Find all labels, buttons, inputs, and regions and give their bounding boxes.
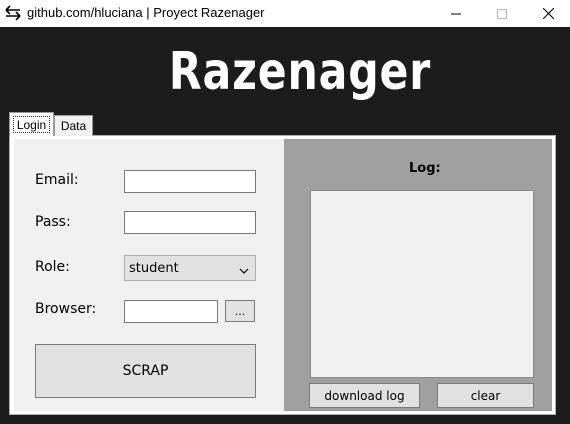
log-label: Log: (409, 161, 441, 176)
role-select-value: student (129, 260, 179, 276)
chevron-down-icon (239, 264, 249, 279)
maximize-button[interactable] (479, 0, 525, 27)
tab-login[interactable]: Login (9, 112, 54, 136)
role-label: Role: (35, 259, 70, 275)
log-textarea[interactable] (310, 190, 534, 378)
tab-data[interactable]: Data (54, 115, 93, 136)
browse-button[interactable]: ... (225, 300, 255, 322)
password-field[interactable] (124, 211, 256, 234)
close-icon (542, 8, 554, 19)
window-title: github.com/hluciana | Proyect Razenager (27, 5, 265, 20)
close-button[interactable] (525, 0, 570, 27)
app-title: Razenager (168, 42, 432, 102)
clear-button[interactable]: clear (437, 383, 534, 408)
scrap-button[interactable]: SCRAP (35, 344, 256, 398)
email-field[interactable] (124, 170, 256, 193)
swap-arrows-icon (4, 4, 22, 22)
title-bar[interactable]: github.com/hluciana | Proyect Razenager (0, 0, 570, 27)
email-label: Email: (35, 172, 79, 188)
browser-path-field[interactable] (124, 300, 218, 323)
minimize-button[interactable] (433, 0, 479, 27)
browser-label: Browser: (35, 301, 97, 317)
minimize-icon (451, 9, 461, 19)
tab-data-label: Data (60, 119, 87, 133)
role-select[interactable]: student (124, 255, 256, 281)
download-log-button[interactable]: download log (309, 383, 420, 408)
focus-rectangle (13, 116, 50, 133)
maximize-icon (497, 8, 507, 19)
pass-label: Pass: (35, 214, 71, 230)
